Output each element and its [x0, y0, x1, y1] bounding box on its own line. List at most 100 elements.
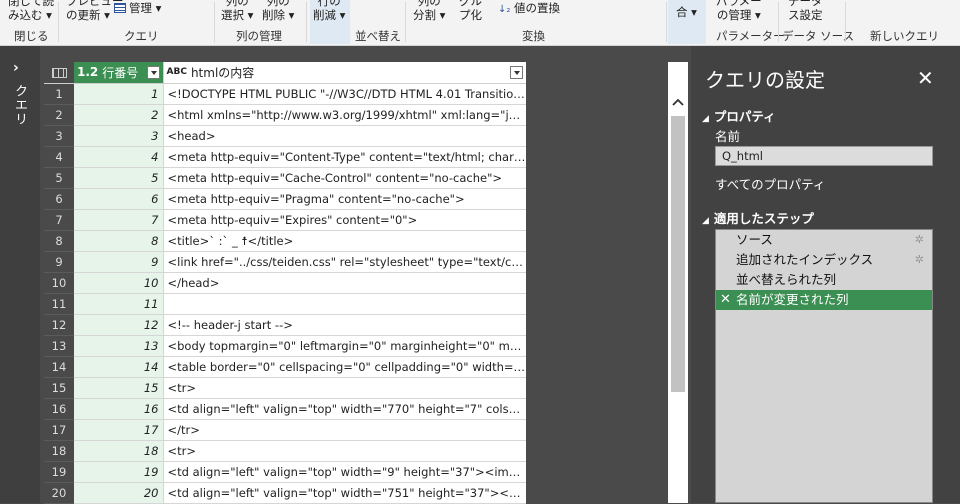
gear-icon[interactable]: ✲: [915, 230, 924, 250]
row-number-cell[interactable]: 16: [44, 398, 74, 420]
index-cell[interactable]: 15: [74, 377, 164, 399]
index-cell[interactable]: 17: [74, 419, 164, 441]
row-number-cell[interactable]: 14: [44, 356, 74, 378]
table-row[interactable]: 15 15 <tr>: [44, 377, 526, 399]
index-cell[interactable]: 11: [74, 293, 164, 315]
close-icon[interactable]: ✕: [917, 66, 934, 90]
table-row[interactable]: 11 11: [44, 293, 526, 315]
table-row[interactable]: 16 16 <td align="left" valign="top" width=…: [44, 398, 526, 420]
all-properties-link[interactable]: すべてのプロパティ: [715, 174, 825, 193]
index-cell[interactable]: 6: [74, 188, 164, 210]
html-content-cell[interactable]: <title>` :` _ ☨</title>: [163, 230, 526, 252]
html-content-cell[interactable]: <td align="left" valign="top" width="751…: [163, 482, 526, 504]
row-number-cell[interactable]: 8: [44, 230, 74, 252]
index-cell[interactable]: 13: [74, 335, 164, 357]
filter-dropdown-icon[interactable]: [146, 65, 160, 79]
merge-button[interactable]: 合 ▾: [676, 5, 697, 19]
split-column-button[interactable]: 列の 分割 ▾: [413, 0, 445, 22]
table-row[interactable]: 14 14 <table border="0" cellspacing="0" ce…: [44, 356, 526, 378]
row-number-cell[interactable]: 10: [44, 272, 74, 294]
html-content-cell[interactable]: [163, 293, 526, 315]
table-row[interactable]: 9 9 <link href="../css/teiden.css" rel="st…: [44, 251, 526, 273]
delete-step-icon[interactable]: ✕: [720, 290, 731, 310]
row-number-cell[interactable]: 1: [44, 83, 74, 105]
vertical-scrollbar[interactable]: [668, 62, 688, 503]
index-cell[interactable]: 7: [74, 209, 164, 231]
row-number-cell[interactable]: 12: [44, 314, 74, 336]
index-cell[interactable]: 14: [74, 356, 164, 378]
table-row[interactable]: 1 1 <!DOCTYPE HTML PUBLIC "-//W3C//DTD HTM…: [44, 83, 526, 105]
html-content-cell[interactable]: <table border="0" cellspacing="0" cellpa…: [163, 356, 526, 378]
filter-dropdown-icon[interactable]: [510, 65, 523, 79]
row-number-cell[interactable]: 18: [44, 440, 74, 462]
table-row[interactable]: 12 12 <!-- header-j start -->: [44, 314, 526, 336]
applied-step[interactable]: ✕ 名前が変更された列: [716, 290, 932, 310]
row-number-cell[interactable]: 19: [44, 461, 74, 483]
decimal-type-icon[interactable]: 1.2: [77, 65, 98, 79]
query-name-field[interactable]: Q_html: [715, 146, 933, 166]
data-source-settings-button[interactable]: データ ス設定: [788, 0, 823, 22]
table-row[interactable]: 17 17 </tr>: [44, 419, 526, 441]
index-cell[interactable]: 8: [74, 230, 164, 252]
table-row[interactable]: 4 4 <meta http-equiv="Content-Type" conten…: [44, 146, 526, 168]
html-content-cell[interactable]: <meta http-equiv="Content-Type" content=…: [163, 146, 526, 168]
row-number-cell[interactable]: 9: [44, 251, 74, 273]
html-content-cell[interactable]: <td align="left" valign="top" width="9" …: [163, 461, 526, 483]
applied-steps-section-header[interactable]: ◢ 適用したステップ: [702, 208, 814, 227]
gear-icon[interactable]: ✲: [915, 250, 924, 270]
row-number-cell[interactable]: 2: [44, 104, 74, 126]
manage-parameters-button[interactable]: パラメー の管理 ▾: [716, 0, 762, 22]
row-number-cell[interactable]: 5: [44, 167, 74, 189]
html-content-cell[interactable]: <td align="left" valign="top" width="770…: [163, 398, 526, 420]
row-number-cell[interactable]: 13: [44, 335, 74, 357]
replace-values-button[interactable]: ↓₂ 値の置換: [498, 1, 560, 17]
table-row[interactable]: 5 5 <meta http-equiv="Cache-Control" conte…: [44, 167, 526, 189]
index-cell[interactable]: 20: [74, 482, 164, 504]
html-content-cell[interactable]: <tr>: [163, 377, 526, 399]
row-number-cell[interactable]: 20: [44, 482, 74, 504]
index-cell[interactable]: 2: [74, 104, 164, 126]
html-content-cell[interactable]: <html xmlns="http://www.w3.org/1999/xhtm…: [163, 104, 526, 126]
table-row[interactable]: 13 13 <body topmargin="0" leftmargin="0" m…: [44, 335, 526, 357]
queries-pane-label[interactable]: クエリ: [10, 84, 29, 126]
applied-step[interactable]: 並べ替えられた列: [716, 270, 932, 290]
column-header-row-number[interactable]: 1.2 行番号: [74, 62, 164, 84]
html-content-cell[interactable]: <meta http-equiv="Cache-Control" content…: [163, 167, 526, 189]
table-row[interactable]: 8 8 <title>` :` _ ☨</title>: [44, 230, 526, 252]
choose-columns-button[interactable]: 列の 選択 ▾: [221, 0, 253, 22]
table-row[interactable]: 3 3 <head>: [44, 125, 526, 147]
text-type-icon[interactable]: ABC: [167, 67, 187, 77]
row-number-cell[interactable]: 4: [44, 146, 74, 168]
html-content-cell[interactable]: </head>: [163, 272, 526, 294]
table-row[interactable]: 6 6 <meta http-equiv="Pragma" content="no-…: [44, 188, 526, 210]
html-content-cell[interactable]: <!DOCTYPE HTML PUBLIC "-//W3C//DTD HTML …: [163, 83, 526, 105]
row-number-cell[interactable]: 3: [44, 125, 74, 147]
index-cell[interactable]: 1: [74, 83, 164, 105]
html-content-cell[interactable]: <tr>: [163, 440, 526, 462]
properties-section-header[interactable]: ◢ プロパティ: [702, 106, 776, 125]
select-all-corner[interactable]: [44, 62, 74, 84]
table-row[interactable]: 7 7 <meta http-equiv="Expires" content="0"…: [44, 209, 526, 231]
table-row[interactable]: 2 2 <html xmlns="http://www.w3.org/1999/xh…: [44, 104, 526, 126]
applied-step[interactable]: ソース ✲: [716, 230, 932, 250]
manage-button[interactable]: 管理 ▾: [114, 1, 161, 15]
applied-step[interactable]: 追加されたインデックス ✲: [716, 250, 932, 270]
html-content-cell[interactable]: <meta http-equiv="Expires" content="0">: [163, 209, 526, 231]
index-cell[interactable]: 4: [74, 146, 164, 168]
index-cell[interactable]: 18: [74, 440, 164, 462]
table-row[interactable]: 19 19 <td align="left" valign="top" width=…: [44, 461, 526, 483]
table-row[interactable]: 10 10 </head>: [44, 272, 526, 294]
reduce-rows-button[interactable]: 行の 削減 ▾: [313, 0, 345, 22]
row-number-cell[interactable]: 11: [44, 293, 74, 315]
scrollbar-thumb[interactable]: [671, 116, 685, 392]
chevron-right-icon[interactable]: ›: [13, 60, 19, 76]
index-cell[interactable]: 19: [74, 461, 164, 483]
column-header-html-content[interactable]: ABC htmlの内容: [163, 62, 526, 84]
html-content-cell[interactable]: </tr>: [163, 419, 526, 441]
index-cell[interactable]: 12: [74, 314, 164, 336]
scroll-up-icon[interactable]: [672, 98, 684, 106]
html-content-cell[interactable]: <head>: [163, 125, 526, 147]
table-row[interactable]: 20 20 <td align="left" valign="top" width=…: [44, 482, 526, 504]
html-content-cell[interactable]: <body topmargin="0" leftmargin="0" margi…: [163, 335, 526, 357]
table-row[interactable]: 18 18 <tr>: [44, 440, 526, 462]
